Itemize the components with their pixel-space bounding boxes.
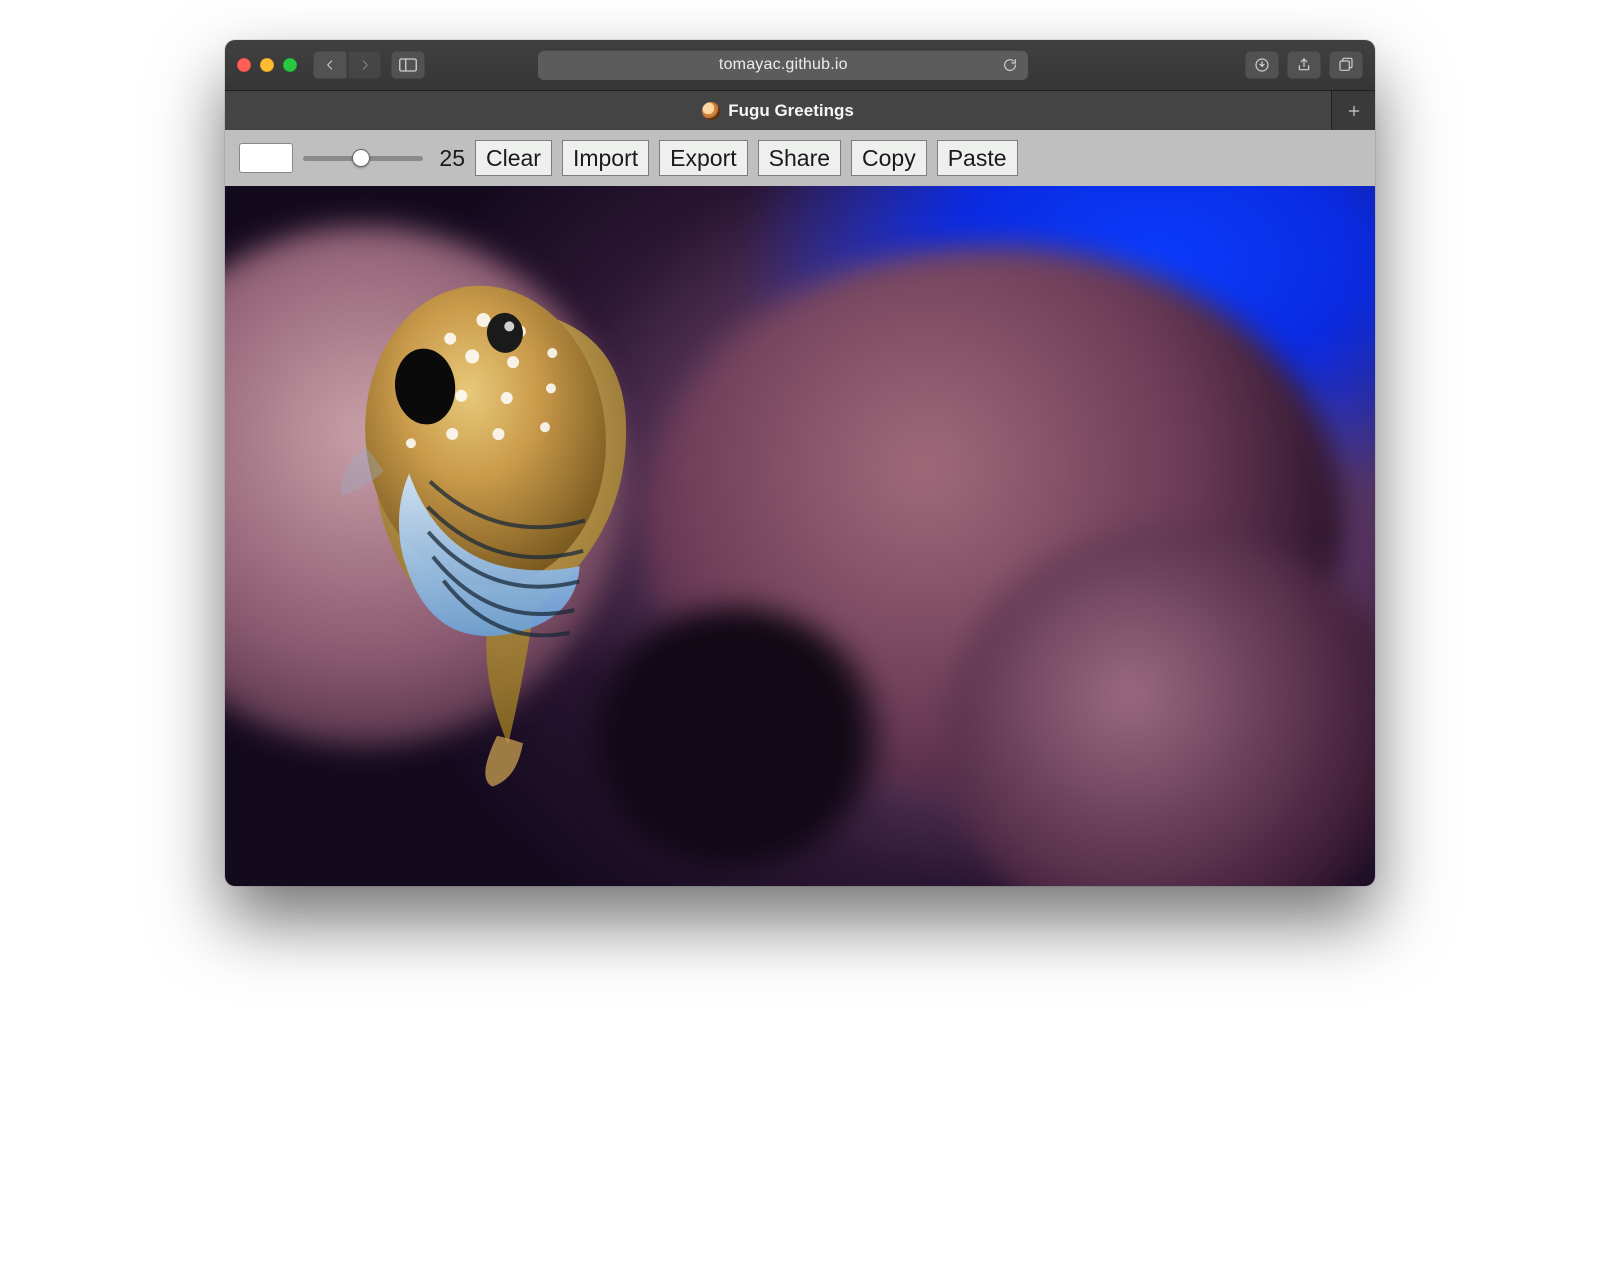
- brush-size-value: 25: [433, 145, 465, 172]
- nav-buttons: [313, 51, 381, 79]
- tab-title: Fugu Greetings: [728, 101, 854, 121]
- tab-bar: Fugu Greetings: [225, 90, 1375, 130]
- app-toolbar: 25 Clear Import Export Share Copy Paste: [225, 130, 1375, 186]
- back-button[interactable]: [313, 51, 347, 79]
- fugu-fish-icon: [294, 250, 677, 802]
- browser-window: tomayac.github.io Fugu Greetings: [225, 40, 1375, 886]
- active-tab[interactable]: Fugu Greetings: [225, 90, 1331, 130]
- drawing-canvas[interactable]: [225, 186, 1375, 886]
- address-text: tomayac.github.io: [719, 56, 848, 74]
- new-tab-button[interactable]: [1331, 90, 1375, 130]
- tabs-overview-button[interactable]: [1329, 51, 1363, 79]
- copy-button[interactable]: Copy: [851, 140, 927, 177]
- share-button[interactable]: [1287, 51, 1321, 79]
- browser-chrome: tomayac.github.io: [225, 40, 1375, 90]
- address-bar[interactable]: tomayac.github.io: [538, 50, 1028, 80]
- brush-size-slider[interactable]: [303, 149, 423, 167]
- color-swatch[interactable]: [239, 143, 293, 173]
- close-window-button[interactable]: [237, 58, 251, 72]
- import-button[interactable]: Import: [562, 140, 649, 177]
- share-button-app[interactable]: Share: [758, 140, 841, 177]
- export-button[interactable]: Export: [659, 140, 747, 177]
- right-toolbar-buttons: [1245, 51, 1363, 79]
- fugu-favicon-icon: [702, 102, 720, 120]
- clear-button[interactable]: Clear: [475, 140, 552, 177]
- minimize-window-button[interactable]: [260, 58, 274, 72]
- zoom-window-button[interactable]: [283, 58, 297, 72]
- paste-button[interactable]: Paste: [937, 140, 1018, 177]
- sidebar-toggle-button[interactable]: [391, 51, 425, 79]
- downloads-button[interactable]: [1245, 51, 1279, 79]
- reload-icon[interactable]: [1002, 57, 1018, 73]
- window-controls: [237, 58, 297, 72]
- forward-button[interactable]: [347, 51, 381, 79]
